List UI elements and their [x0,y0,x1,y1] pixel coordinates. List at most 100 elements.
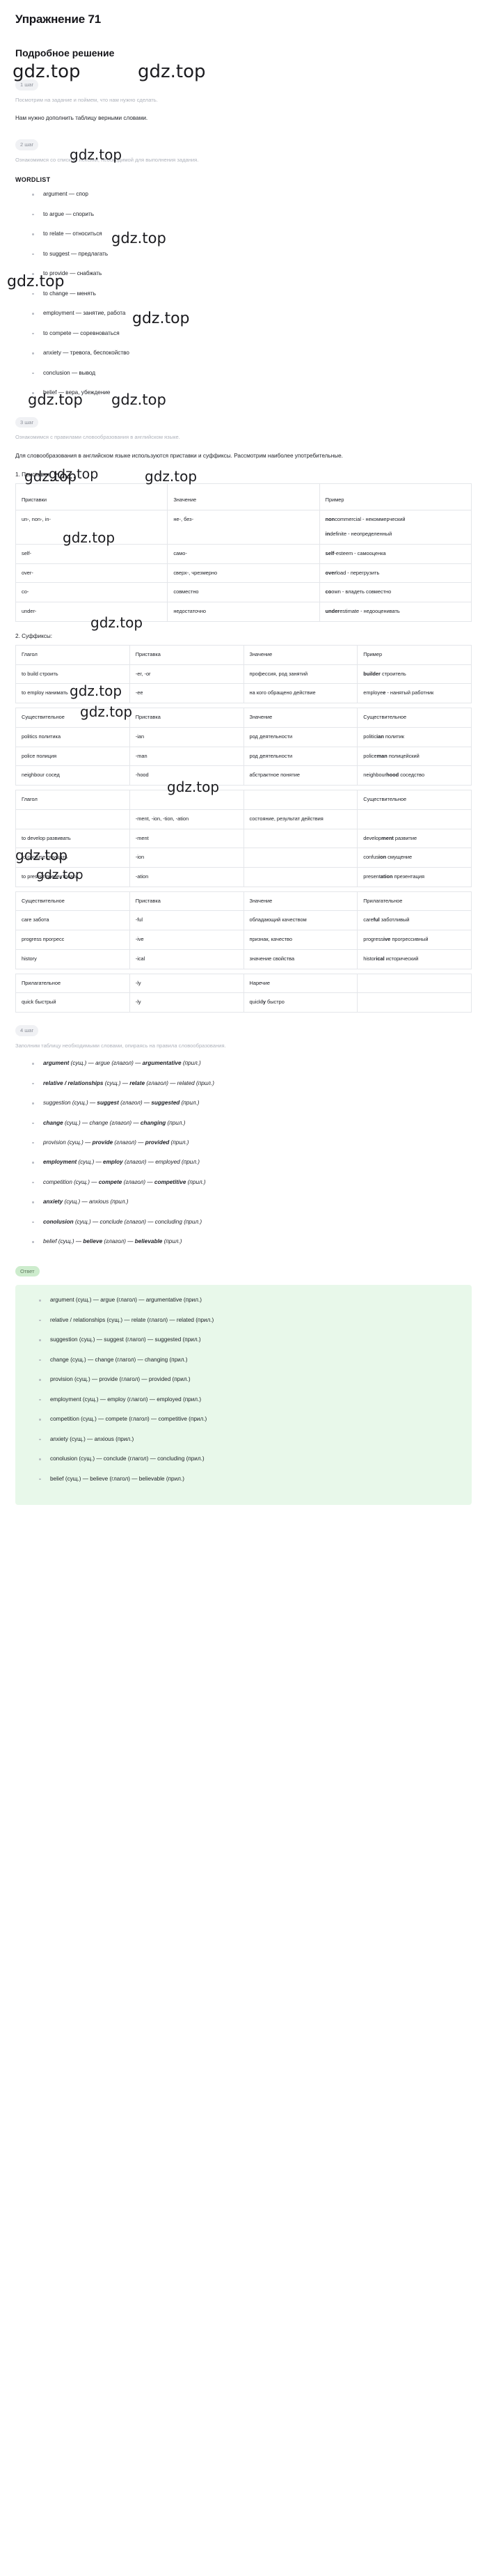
table-cell: confusion смущение [357,848,472,868]
list-item: suggestion (сущ.) — suggest (глагол) — s… [31,1099,472,1107]
answer-badge: Ответ [15,1265,40,1277]
table-cell: -ian [129,726,244,747]
table-cell: progress прогресс [15,930,130,950]
list-item: conolusion (сущ.) — conclude (глагол) — … [38,1455,462,1462]
list-item: anxiety (сущ.) — anxious (прил.) [31,1198,472,1205]
list-item: anxiety — тревога, беспокойство [31,349,472,357]
step-3-body: Для словообразования в английском языке … [15,452,343,459]
table-cell: -ation [129,867,244,887]
list-item: belief (сущ.) — believe (глагол) — belie… [31,1238,472,1245]
step-3-hint: Ознакомимся с правилами словообразования… [15,434,180,441]
table-cell: на кого обращено действие [243,683,358,704]
table-cell [15,483,168,492]
table-row: to present презентовать -ation presentatio… [15,867,472,887]
table-cell: род деятельности [243,726,358,747]
table-header-cell: Значение [167,491,320,510]
step-badge-3: 3 шаг [15,416,39,428]
table-cell: neighbourhood соседство [357,765,472,786]
table-cell: -ee [129,683,244,704]
table-cell: self-esteem - самооценка [319,544,472,564]
step-4-items: argument (сущ.) — argue (глагол) — argum… [15,1059,472,1246]
list-item: conclusion — вывод [31,369,472,377]
answer-box: argument (сущ.) — argue (глагол) — argum… [15,1285,472,1506]
prefix-table: Приставки Значение Пример un-, non-, in-не-… [15,483,472,622]
table-cell: over- [15,563,168,584]
table-cell: сверх-, чрезмерно [167,563,320,584]
list-item: competition (сущ.) — compete (глагол) — … [38,1415,462,1423]
table-header-cell: Наречие [243,973,358,994]
table-cell: не-, без- [167,509,320,545]
list-item: belief (сущ.) — believe (глагол) — belie… [38,1475,462,1483]
table-row: un-, non-, in-не-, без-noncommercial - н… [15,509,472,545]
table-header-cell [129,790,244,810]
table-cell: un-, non-, in- [15,509,168,545]
table-cell: historical исторический [357,949,472,969]
table-cell: to build строить [15,664,130,685]
step-1-body: Нам нужно дополнить таблицу верными слов… [15,114,148,121]
table-cell: профессия, род занятий [243,664,358,685]
suffix-table-block: Глагол Приставка Значение Пример to build ст… [15,644,472,704]
table-cell: self- [15,544,168,564]
table-row: co-совместно coown - владеть совместно [15,582,472,603]
table-header-cell [357,973,472,994]
table-header-cell: Существительное [357,790,472,810]
table-cell: само- [167,544,320,564]
table-cell: politician политик [357,726,472,747]
table-cell: policeman полицейский [357,746,472,767]
list-item: to argue — спорить [31,210,472,218]
table-cell [357,809,472,829]
list-item: to compete — соревноваться [31,329,472,337]
table-cell: абстрактное понятие [243,765,358,786]
section-subtitle: Подробное решение [15,47,115,58]
table-cell: noncommercial - некоммерческий indefinite… [319,509,472,545]
suffix-table-block: Существительное Приставка Значение Существи… [15,708,472,786]
table-cell: -ment, -ion, -tion, -ation [129,809,244,829]
table-cell: builder строитель [357,664,472,685]
table-cell: neighbour сосед [15,765,130,786]
list-item: relative / relationships (сущ.) — relate… [31,1079,472,1087]
wordlist-heading: WORDLIST [15,176,51,184]
table-cell: -ly [129,992,244,1013]
table-cell: -ion [129,848,244,868]
table-cell: quickly быстро [243,992,358,1013]
table-header-cell: Глагол [15,644,130,665]
list-item: employment (сущ.) — employ (глагол) — em… [31,1158,472,1166]
table-header-cell: Прилагательное [15,973,130,994]
table-header-cell: -ly [129,973,244,994]
table-header-cell: Значение [243,644,358,665]
table-cell [243,867,358,887]
table-header-cell: Значение [243,708,358,728]
table-header-cell: Прилагательное [357,891,472,912]
table-cell: co- [15,582,168,603]
table-header-cell: Приставка [129,708,244,728]
table-row: Прилагательное -ly Наречие [15,973,472,994]
table-cell: -man [129,746,244,767]
table-header-cell: Существительное [357,708,472,728]
list-item: to provide — снабжать [31,270,472,277]
table-cell [15,809,130,829]
table-cell: совместно [167,582,320,603]
wordlist-items: argument — спор to argue — спорить to rela… [15,190,472,396]
table-header-cell: Существительное [15,891,130,912]
list-item: change (сущ.) — change (глагол) — changi… [38,1356,462,1364]
table-cell: -er, -or [129,664,244,685]
table-cell: coown - владеть совместно [319,582,472,603]
list-item: change (сущ.) — change (глагол) — changi… [31,1119,472,1127]
list-item: to relate — относиться [31,230,472,237]
table-header-cell: Приставка [129,644,244,665]
table-cell: -ive [129,930,244,950]
table-cell: care забота [15,910,130,931]
table-header-cell: Пример [319,491,472,510]
table-cell: -hood [129,765,244,786]
step-2-hint: Ознакомимся со списком лексики, необходи… [15,156,199,163]
table-row: to employ нанимать -ee на кого обращено де… [15,683,472,704]
list-item: employment — занятие, работа [31,309,472,317]
table-cell: progressive прогрессивный [357,930,472,950]
table-cell: -ful [129,910,244,931]
table-cell: to develop развивать [15,828,130,849]
list-item: relative / relationships (сущ.) — relate… [38,1316,462,1324]
suffix-tables: Глагол Приставка Значение Пример to build ст… [15,644,472,1013]
table-row: to develop развивать -ment development раз… [15,828,472,849]
table-row: history -ical значение свойства historical … [15,949,472,969]
table-cell: недостаточно [167,602,320,622]
